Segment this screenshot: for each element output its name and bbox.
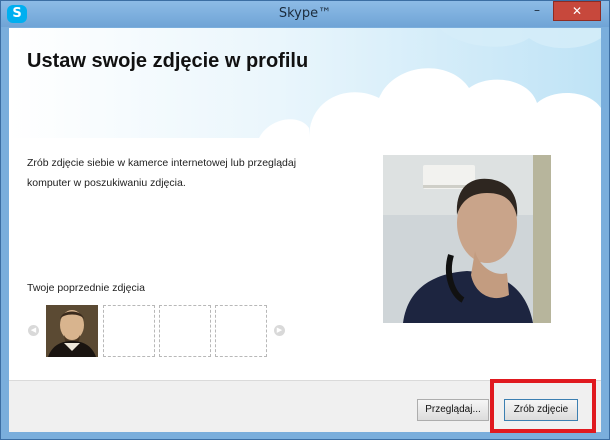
highlight-annotation [490, 379, 596, 433]
browse-button[interactable]: Przeglądaj... [417, 399, 489, 421]
instructions-text: Zrób zdjęcie siebie w kamerce internetow… [27, 157, 297, 189]
webcam-preview [383, 155, 551, 323]
title-bar[interactable]: S Skype™ – ✕ [1, 1, 609, 27]
empty-photo-slot [159, 305, 211, 357]
cloud-background [9, 28, 601, 138]
window-title: Skype™ [278, 6, 332, 21]
previous-photos-label: Twoje poprzednie zdjęcia [27, 282, 145, 294]
scroll-right-arrow-icon[interactable]: ▶ [274, 325, 285, 336]
empty-photo-slot [215, 305, 267, 357]
skype-window: S Skype™ – ✕ Ustaw swoje zdjęcie w profi… [0, 0, 610, 440]
close-button[interactable]: ✕ [553, 1, 601, 21]
dialog-content: Ustaw swoje zdjęcie w profilu Zrób zdjęc… [9, 28, 601, 432]
previous-photo-thumbnail[interactable] [46, 305, 98, 357]
scroll-left-arrow-icon[interactable]: ◀ [28, 325, 39, 336]
minimize-button[interactable]: – [524, 1, 550, 21]
empty-photo-slot [103, 305, 155, 357]
page-title: Ustaw swoje zdjęcie w profilu [27, 50, 309, 72]
